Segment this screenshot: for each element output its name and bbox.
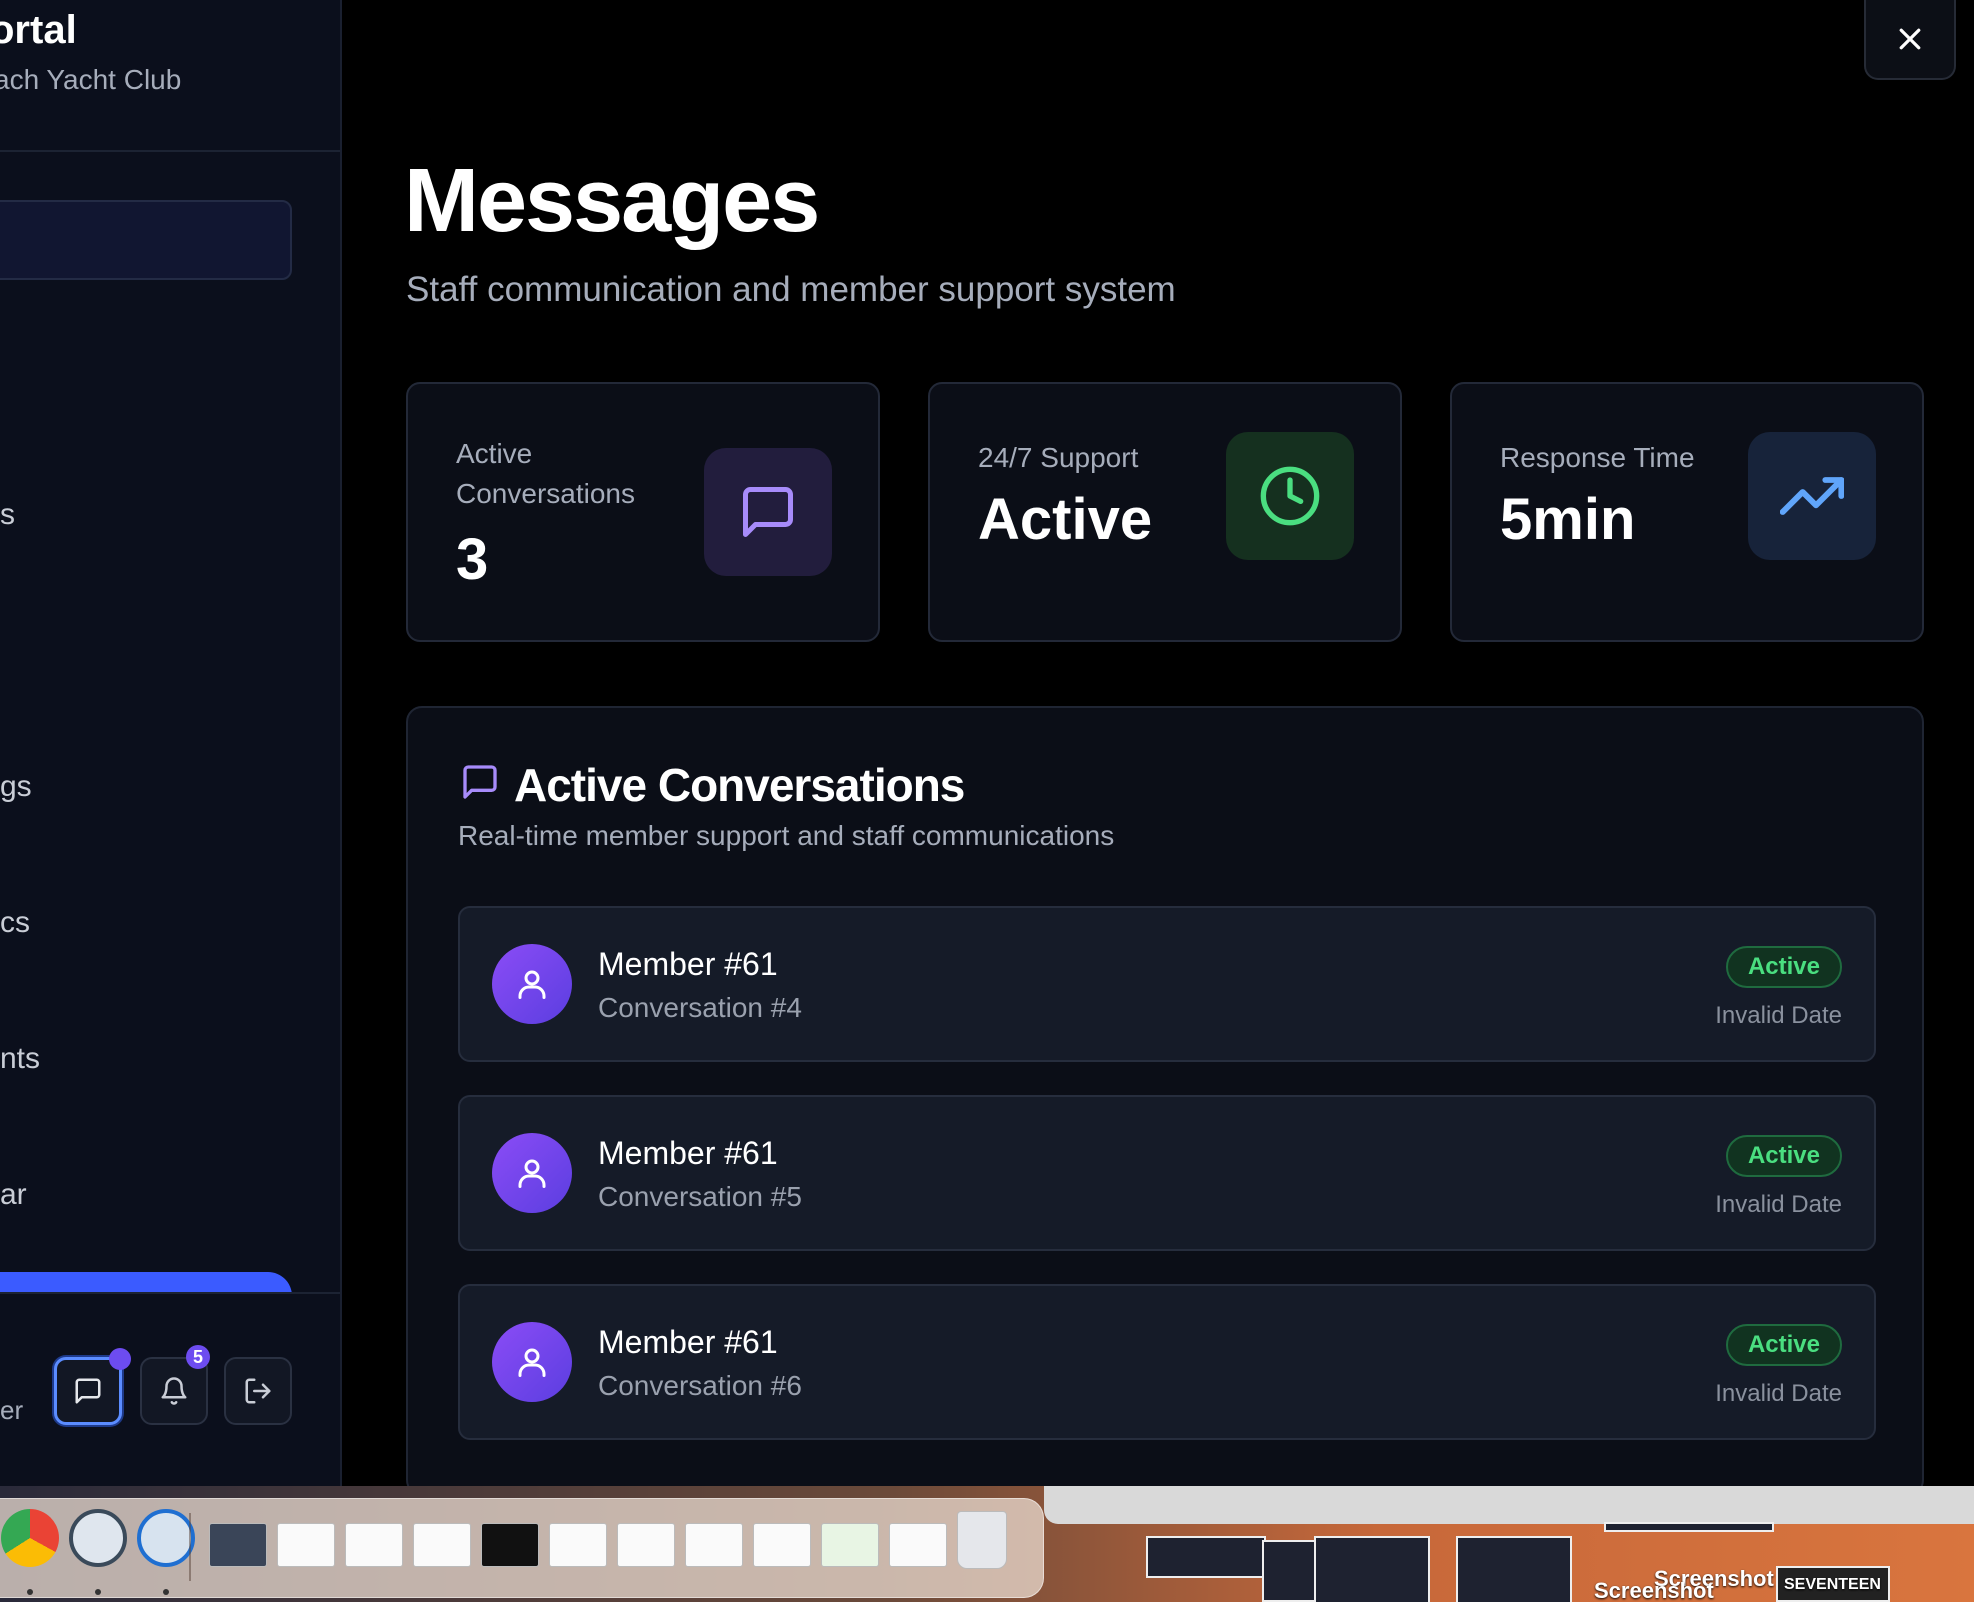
message-square-icon (75, 1378, 101, 1404)
messages-button[interactable] (54, 1348, 131, 1425)
dock-document-thumbnail[interactable] (277, 1523, 335, 1567)
stat-icon-box (1748, 432, 1876, 560)
desktop-file-thumbnail[interactable] (1604, 1522, 1774, 1532)
dock-document-thumbnail[interactable] (549, 1523, 607, 1567)
logout-icon (245, 1378, 271, 1404)
close-icon (1899, 28, 1921, 50)
avatar (492, 944, 572, 1024)
sidebar-item-3[interactable]: cs (0, 906, 30, 940)
conversation-item[interactable]: Member #61 Conversation #6 Active Invali… (458, 1284, 1876, 1440)
stat-card-active-conversations: Active Conversations 3 (406, 382, 880, 642)
stat-card-support: 24/7 Support Active (928, 382, 1402, 642)
conversation-date: Invalid Date (1715, 1002, 1842, 1029)
chrome-app-icon[interactable] (1, 1509, 59, 1567)
conversation-item[interactable]: Member #61 Conversation #4 Active Invali… (458, 906, 1876, 1062)
conversation-date: Invalid Date (1715, 1191, 1842, 1218)
desktop-background: Screenshot Screenshot SEVENTEEN (0, 1486, 1974, 1602)
stat-value: Active (978, 487, 1153, 552)
sidebar-item-1[interactable]: s (0, 498, 15, 532)
page-subtitle: Staff communication and member support s… (406, 270, 1176, 309)
running-indicator (163, 1589, 169, 1595)
stat-label: 24/7 Support (978, 442, 1139, 473)
notifications-button[interactable]: 5 (140, 1345, 210, 1425)
active-conversations-panel: Active Conversations Real-time member su… (406, 706, 1924, 1496)
dock-document-thumbnail[interactable] (345, 1523, 403, 1567)
logout-button[interactable] (224, 1357, 292, 1425)
instruments-app-icon[interactable] (69, 1509, 127, 1567)
desktop-file-label[interactable]: Screenshot (1594, 1578, 1714, 1602)
stat-icon-box (704, 448, 832, 576)
user-icon (518, 1348, 546, 1377)
stat-value: 3 (456, 527, 489, 592)
stat-icon-box (1226, 432, 1354, 560)
dock-document-thumbnail[interactable] (209, 1523, 267, 1567)
sidebar-title: ortal (0, 8, 77, 52)
dock-separator (189, 1513, 191, 1581)
panel-title: Active Conversations (514, 759, 965, 811)
dock-document-thumbnail[interactable] (685, 1523, 743, 1567)
status-badge: Active (1725, 946, 1842, 988)
dock-document-thumbnail[interactable] (413, 1523, 471, 1567)
user-icon (518, 1159, 546, 1188)
status-badge: Active (1725, 1135, 1842, 1177)
dock-document-thumbnail[interactable] (617, 1523, 675, 1567)
message-square-icon (743, 487, 793, 537)
desktop-file-thumbnail[interactable] (1456, 1536, 1572, 1602)
sidebar-search-box[interactable] (0, 200, 292, 280)
sidebar-item-4[interactable]: nts (0, 1042, 40, 1076)
desktop-file-thumbnail[interactable] (1314, 1536, 1430, 1602)
conversation-item[interactable]: Member #61 Conversation #5 Active Invali… (458, 1095, 1876, 1251)
notification-count-badge: 5 (186, 1345, 210, 1369)
message-square-icon (460, 762, 500, 807)
sidebar-header: ortal ach Yacht Club (0, 0, 340, 152)
trending-up-icon (1780, 477, 1844, 515)
avatar (492, 1133, 572, 1213)
sidebar: ortal ach Yacht Club s gs cs nts ar er 5 (0, 0, 342, 1486)
dock (0, 1498, 1044, 1598)
dock-document-thumbnail[interactable] (753, 1523, 811, 1567)
desktop-file-label[interactable]: SEVENTEEN (1784, 1576, 1881, 1594)
sidebar-item-5[interactable]: ar (0, 1178, 27, 1212)
stat-value: 5min (1500, 487, 1636, 552)
sidebar-user-role: er (0, 1395, 24, 1425)
clock-icon (1260, 466, 1320, 526)
conversation-date: Invalid Date (1715, 1380, 1842, 1407)
desktop-window-edge (1044, 1486, 1974, 1524)
running-indicator (27, 1589, 33, 1595)
dock-document-thumbnail[interactable] (481, 1523, 539, 1567)
conversation-member-name: Member #61 (598, 1135, 778, 1171)
conversation-title: Conversation #6 (598, 1370, 802, 1401)
desktop-file-thumbnail[interactable] (1146, 1536, 1266, 1578)
conversation-member-name: Member #61 (598, 946, 778, 982)
close-button[interactable] (1864, 0, 1956, 80)
stat-card-response-time: Response Time 5min (1450, 382, 1924, 642)
conversation-title: Conversation #4 (598, 992, 802, 1023)
avatar (492, 1322, 572, 1402)
bell-icon (161, 1377, 187, 1405)
dock-document-thumbnail[interactable] (889, 1523, 947, 1567)
sidebar-item-2[interactable]: gs (0, 770, 32, 804)
stat-label: Response Time (1500, 442, 1695, 473)
unread-dot-badge (109, 1348, 131, 1370)
conversation-member-name: Member #61 (598, 1324, 778, 1360)
conversation-title: Conversation #5 (598, 1181, 802, 1212)
page-title: Messages (404, 151, 820, 251)
quicktime-app-icon[interactable] (137, 1509, 195, 1567)
trash-icon[interactable] (957, 1511, 1007, 1569)
sidebar-subtitle: ach Yacht Club (0, 64, 182, 95)
user-icon (518, 970, 546, 999)
stat-label: Active Conversations (456, 438, 635, 509)
dock-document-thumbnail[interactable] (821, 1523, 879, 1567)
panel-subtitle: Real-time member support and staff commu… (458, 820, 1115, 851)
running-indicator (95, 1589, 101, 1595)
status-badge: Active (1725, 1324, 1842, 1366)
